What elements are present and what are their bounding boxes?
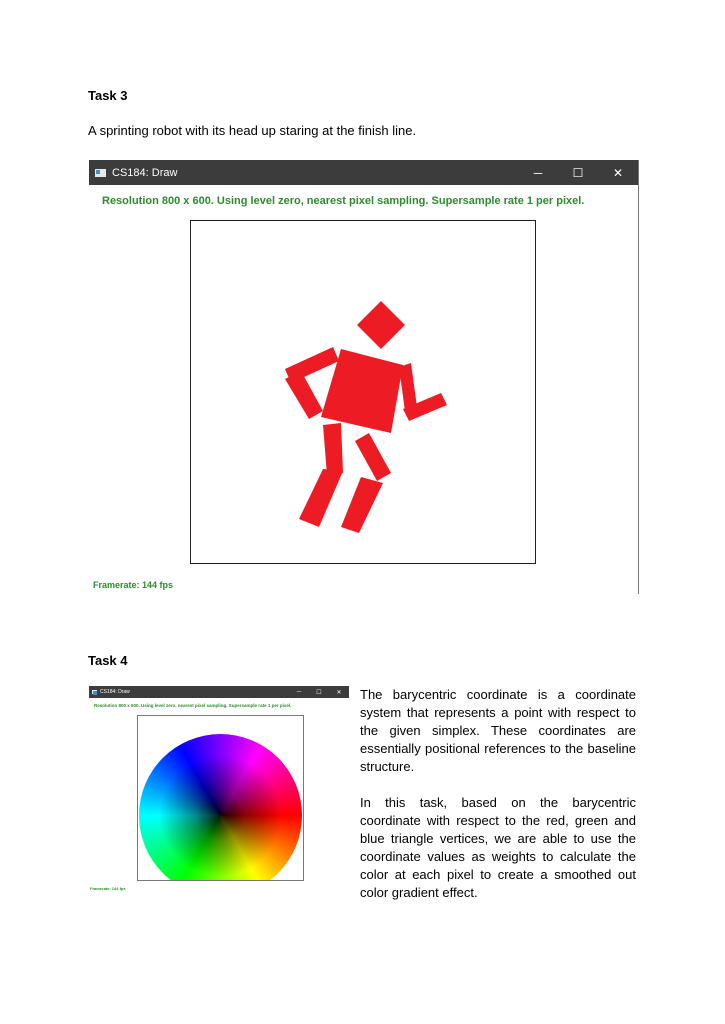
maximize-icon[interactable]: ☐ bbox=[558, 160, 598, 185]
window-title: CS184: Draw bbox=[112, 166, 178, 179]
task4-paragraph-2: In this task, based on the barycentric c… bbox=[360, 795, 636, 900]
robot-left-forearm bbox=[285, 371, 323, 419]
draw-canvas[interactable] bbox=[190, 220, 536, 564]
robot-drawing bbox=[285, 301, 447, 533]
task3-description: A sprinting robot with its head up stari… bbox=[88, 123, 417, 138]
framerate-status: Framerate: 144 fps bbox=[90, 886, 126, 891]
app-icon bbox=[95, 168, 106, 177]
resolution-status: Resolution 800 x 600. Using level zero, … bbox=[102, 195, 585, 207]
robot-left-shin bbox=[299, 469, 343, 527]
minimize-icon[interactable]: ─ bbox=[289, 686, 309, 698]
window-titlebar[interactable]: CS184: Draw ─ ☐ ✕ bbox=[89, 686, 349, 698]
draw-canvas[interactable] bbox=[137, 715, 304, 881]
window-title: CS184: Draw bbox=[100, 689, 130, 695]
resolution-status: Resolution 800 x 600. Using level zero, … bbox=[94, 703, 292, 708]
task3-draw-window: CS184: Draw ─ ☐ ✕ Resolution 800 x 600. … bbox=[89, 160, 639, 594]
robot-right-shin bbox=[341, 477, 383, 533]
robot-right-upper-arm bbox=[399, 363, 417, 411]
close-icon[interactable]: ✕ bbox=[598, 160, 638, 185]
task4-heading: Task 4 bbox=[88, 653, 128, 668]
robot-left-thigh bbox=[323, 423, 343, 475]
robot-head bbox=[357, 301, 405, 349]
task4-draw-window: CS184: Draw ─ ☐ ✕ Resolution 800 x 600. … bbox=[89, 686, 349, 896]
task3-heading: Task 3 bbox=[88, 88, 128, 103]
barycentric-color-wheel bbox=[139, 734, 302, 880]
minimize-icon[interactable]: ─ bbox=[518, 160, 558, 185]
task4-paragraph-1: The barycentric coordinate is a coordina… bbox=[360, 687, 636, 774]
maximize-icon[interactable]: ☐ bbox=[309, 686, 329, 698]
window-titlebar[interactable]: CS184: Draw ─ ☐ ✕ bbox=[89, 160, 638, 185]
app-icon bbox=[92, 690, 97, 695]
close-icon[interactable]: ✕ bbox=[329, 686, 349, 698]
robot-right-thigh bbox=[355, 433, 391, 481]
framerate-status: Framerate: 144 fps bbox=[93, 580, 174, 590]
